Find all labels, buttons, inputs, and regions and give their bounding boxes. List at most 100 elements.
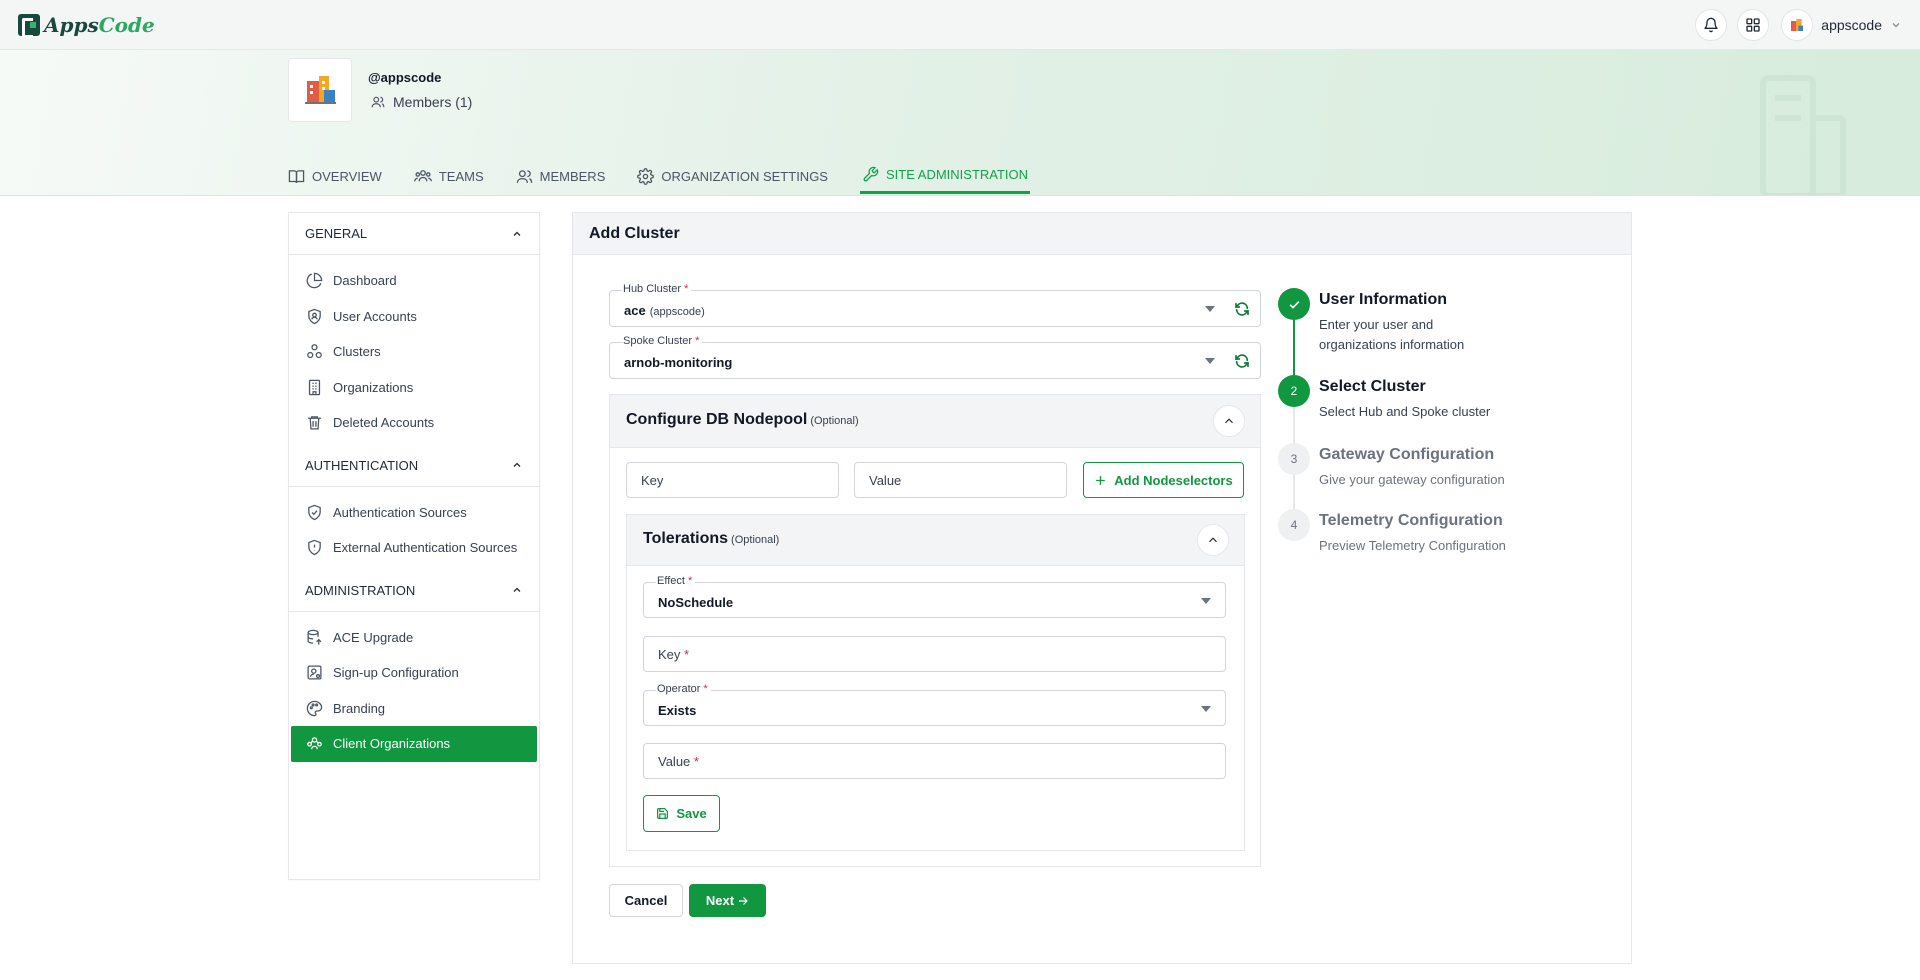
gear-icon xyxy=(637,167,655,185)
save-icon xyxy=(657,808,669,819)
sidebar-item-label: ACE Upgrade xyxy=(333,629,414,645)
save-toleration-button[interactable]: Save xyxy=(643,795,720,832)
step-title: Telemetry Configuration xyxy=(1319,512,1503,529)
sidebar-item-dashboard[interactable]: Dashboard xyxy=(291,263,537,299)
sidebar-item-label: Organizations xyxy=(333,379,414,395)
top-actions: appscode xyxy=(1695,9,1902,41)
trash-icon xyxy=(308,416,321,430)
sidebar-item-authentication-sources[interactable]: Authentication Sources xyxy=(291,495,537,531)
notifications-button[interactable] xyxy=(1695,9,1728,41)
top-bar: AppsCode appscode xyxy=(0,0,1920,50)
tab-members[interactable]: MEMBERS xyxy=(516,158,606,194)
tolerations-panel: Tolerations (Optional) Effect * NoSchedul… xyxy=(626,514,1245,851)
chevron-up-icon xyxy=(513,587,521,592)
toleration-key-label: Key * xyxy=(658,647,690,662)
cancel-button[interactable]: Cancel xyxy=(609,884,683,917)
chevron-down-icon xyxy=(1892,23,1900,28)
effect-label: Effect * xyxy=(656,574,696,588)
bell-icon xyxy=(1704,17,1718,33)
sidebar-item-organizations[interactable]: Organizations xyxy=(291,370,537,406)
step-description: Give your gateway configuration xyxy=(1319,472,1505,487)
pie-chart-icon xyxy=(306,273,323,289)
tab-organization-settings[interactable]: ORGANIZATION SETTINGS xyxy=(637,158,828,194)
tab-organization-settings-label: ORGANIZATION SETTINGS xyxy=(661,168,828,184)
sidebar-item-sign-up-configuration[interactable]: Sign-up Configuration xyxy=(291,655,537,691)
sidebar-item-clusters[interactable]: Clusters xyxy=(291,334,537,370)
tab-site-administration[interactable]: SITE ADMINISTRATION xyxy=(859,158,1031,194)
sidebar-section-authentication[interactable]: AUTHENTICATION xyxy=(289,444,539,487)
admin-sidebar: GENERAL Dashboard User Accounts Clusters… xyxy=(288,212,540,880)
step-description: Enter your user and organizations inform… xyxy=(1319,317,1465,352)
sidebar-item-external-authentication-sources[interactable]: External Authentication Sources xyxy=(291,530,537,566)
section-title: ADMINISTRATION xyxy=(305,582,416,598)
teams-icon xyxy=(413,170,432,182)
tab-overview[interactable]: OVERVIEW xyxy=(288,158,382,194)
palette-icon xyxy=(306,700,323,716)
spoke-cluster-select[interactable]: Spoke Cluster * arnob-monitoring xyxy=(609,334,1261,379)
building-avatar-icon xyxy=(1791,19,1804,31)
sidebar-section-general[interactable]: GENERAL xyxy=(289,213,539,255)
step-number: 2 xyxy=(1278,375,1310,407)
step-title: Gateway Configuration xyxy=(1319,446,1495,463)
add-nodeselectors-button[interactable]: Add Nodeselectors xyxy=(1083,462,1244,498)
section-title: AUTHENTICATION xyxy=(305,457,419,473)
sidebar-item-label: Authentication Sources xyxy=(333,504,467,520)
tolerations-title: Tolerations (Optional) xyxy=(643,530,780,547)
step-done-dot xyxy=(1278,288,1310,320)
sidebar-item-branding[interactable]: Branding xyxy=(291,691,537,727)
sidebar-section-administration[interactable]: ADMINISTRATION xyxy=(289,569,539,612)
operator-select[interactable]: Operator * Exists xyxy=(643,682,1226,726)
sidebar-item-client-organizations[interactable]: Client Organizations xyxy=(291,726,537,762)
step-number: 3 xyxy=(1278,443,1310,475)
sidebar-item-deleted-accounts[interactable]: Deleted Accounts xyxy=(291,405,537,441)
tab-site-administration-label: SITE ADMINISTRATION xyxy=(885,167,1029,182)
effect-select[interactable]: Effect * NoSchedule xyxy=(643,574,1226,618)
sidebar-item-label: Clusters xyxy=(333,344,381,360)
add-nodeselectors-label: Add Nodeselectors xyxy=(1114,472,1233,488)
collapse-nodepool-button[interactable] xyxy=(1213,405,1245,437)
logo-text: AppsCode xyxy=(44,13,155,37)
collapse-tolerations-button[interactable] xyxy=(1197,524,1229,556)
nodeselector-key-input[interactable]: Key xyxy=(626,462,839,498)
chevron-up-icon xyxy=(513,462,521,467)
check-icon xyxy=(1289,300,1299,309)
office-building-icon xyxy=(308,379,321,395)
value-placeholder: Value xyxy=(869,473,902,488)
next-button[interactable]: Next xyxy=(689,884,766,917)
db-nodepool-header[interactable]: Configure DB Nodepool (Optional) xyxy=(610,395,1260,448)
user-name: appscode xyxy=(1821,17,1882,33)
sidebar-item-ace-upgrade[interactable]: ACE Upgrade xyxy=(291,620,537,656)
apps-grid-icon xyxy=(1746,18,1760,32)
refresh-icon[interactable] xyxy=(1234,301,1250,317)
shield-alert-icon xyxy=(308,539,321,556)
clusters-icon xyxy=(307,344,322,359)
signup-config-icon xyxy=(307,665,322,680)
apps-button[interactable] xyxy=(1737,9,1770,41)
tab-members-label: MEMBERS xyxy=(539,168,606,184)
caret-down-icon xyxy=(1205,358,1215,364)
book-icon xyxy=(288,169,305,183)
sidebar-item-label: Deleted Accounts xyxy=(333,415,435,431)
building-icon xyxy=(305,76,336,104)
step-title: User Information xyxy=(1319,291,1448,308)
toleration-key-input[interactable]: Key * xyxy=(643,636,1226,672)
hub-cluster-select[interactable]: Hub Cluster * ace (appscode) xyxy=(609,282,1261,327)
org-members-link[interactable]: Members (1) xyxy=(371,94,472,110)
refresh-icon[interactable] xyxy=(1234,353,1250,369)
chevron-up-icon xyxy=(1225,418,1233,424)
user-shield-icon xyxy=(308,308,321,325)
nodeselector-value-input[interactable]: Value xyxy=(854,462,1067,498)
sidebar-item-user-accounts[interactable]: User Accounts xyxy=(291,299,537,335)
members-count-label: Members (1) xyxy=(393,94,473,110)
toleration-value-input[interactable]: Value * xyxy=(643,743,1226,779)
user-menu[interactable]: appscode xyxy=(1781,9,1902,41)
appscode-logo-mark xyxy=(18,14,40,38)
db-nodepool-title: Configure DB Nodepool (Optional) xyxy=(626,411,859,428)
caret-down-icon xyxy=(1201,706,1211,712)
tolerations-header[interactable]: Tolerations (Optional) xyxy=(627,515,1244,566)
sidebar-item-label: Branding xyxy=(333,700,386,716)
step-title: Select Cluster xyxy=(1319,378,1426,395)
tab-teams[interactable]: TEAMS xyxy=(413,158,484,194)
caret-down-icon xyxy=(1201,598,1211,604)
appscode-logo[interactable]: AppsCode xyxy=(18,13,155,38)
